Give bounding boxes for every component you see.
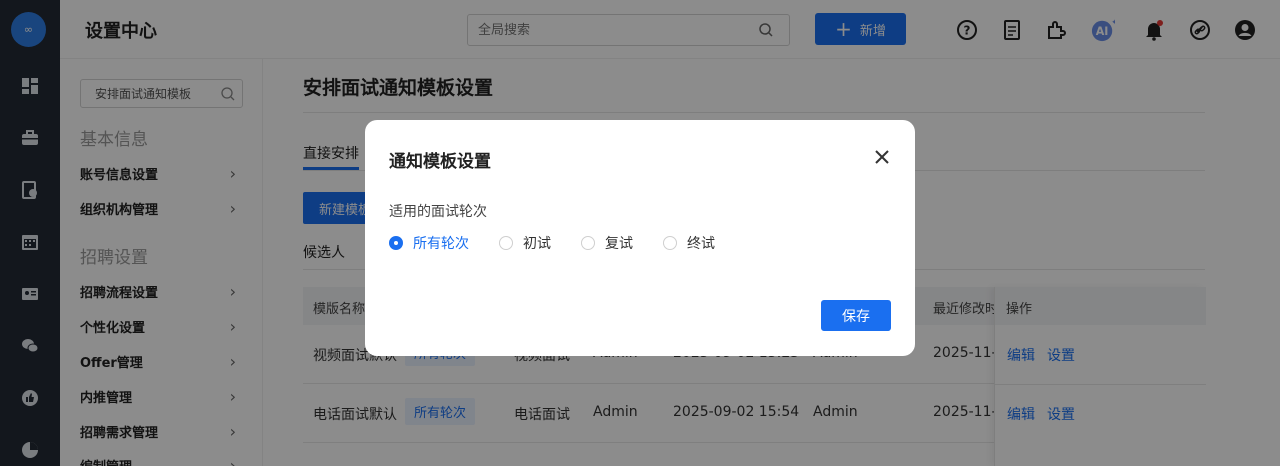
interview-round-label: 适用的面试轮次 bbox=[389, 204, 487, 220]
notification-template-modal: 通知模板设置 适用的面试轮次 所有轮次 初试 复试 终试 保存 bbox=[365, 120, 915, 356]
radio-button[interactable] bbox=[663, 236, 677, 250]
modal-title: 通知模板设置 bbox=[389, 152, 491, 172]
radio-button[interactable] bbox=[499, 236, 513, 250]
radio-final-round[interactable]: 终试 bbox=[663, 233, 715, 253]
radio-second-round[interactable]: 复试 bbox=[581, 233, 633, 253]
radio-button[interactable] bbox=[581, 236, 595, 250]
radio-button[interactable] bbox=[389, 236, 403, 250]
radio-first-round[interactable]: 初试 bbox=[499, 233, 551, 253]
radio-all-rounds[interactable]: 所有轮次 bbox=[389, 233, 469, 253]
close-icon[interactable] bbox=[873, 148, 891, 166]
save-button[interactable]: 保存 bbox=[821, 300, 891, 331]
